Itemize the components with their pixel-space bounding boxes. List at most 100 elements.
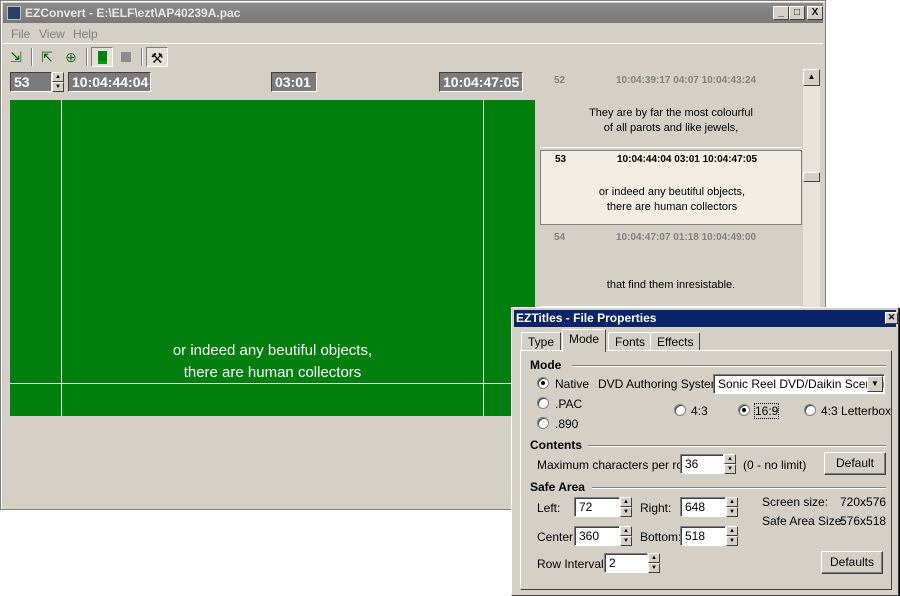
aspect-16-9-radio[interactable] <box>738 404 750 416</box>
close-button[interactable]: X <box>807 6 823 20</box>
max-chars-field[interactable]: 36 <box>680 454 724 474</box>
right-field[interactable]: 648 <box>680 497 726 517</box>
spinner-up-icon[interactable]: ▲ <box>726 497 738 507</box>
timecode-out: 10:04:47:05 <box>439 72 523 92</box>
entry-line-2: of all parots and like jewels, <box>603 122 739 134</box>
spinner-up-icon[interactable]: ▲ <box>620 497 632 507</box>
safe-area-size-value: 576x518 <box>840 514 887 528</box>
group-divider <box>572 365 886 367</box>
pac-radio[interactable] <box>537 397 549 409</box>
max-chars-label: Maximum characters per row: <box>537 458 696 472</box>
tab-effects[interactable]: Effects <box>650 332 701 351</box>
spinner-down-icon[interactable]: ▼ <box>52 82 64 92</box>
spinner-down-icon[interactable]: ▼ <box>726 507 738 517</box>
subtitle-number-field[interactable]: 53 <box>10 72 52 92</box>
convert-globe-icon[interactable]: ⊕ <box>60 47 82 67</box>
defaults-button[interactable]: Defaults <box>821 551 883 574</box>
tab-mode[interactable]: Mode <box>562 329 607 352</box>
spinner-down-icon[interactable]: ▼ <box>724 464 736 474</box>
entry-line-2: there are human collectors <box>606 201 738 213</box>
scroll-up-icon[interactable]: ▲ <box>803 69 820 86</box>
bottom-spinner[interactable]: ▲ ▼ <box>726 526 738 546</box>
spinner-up-icon[interactable]: ▲ <box>52 72 64 82</box>
dvd-authoring-select[interactable]: Sonic Reel DVD/Daikin Scenarist <box>713 374 885 394</box>
list-item[interactable]: 54 10:04:47:07 01:18 10:04:49:00 that fi… <box>540 227 802 307</box>
tab-fonts[interactable]: Fonts <box>608 332 653 351</box>
no-limit-hint: (0 - no limit) <box>743 458 807 472</box>
spinner-down-icon[interactable]: ▼ <box>620 536 632 546</box>
entry-number: 52 <box>554 75 566 86</box>
entry-number: 54 <box>554 232 566 243</box>
menu-file[interactable]: File <box>11 27 30 41</box>
video-preview[interactable]: or indeed any beutiful objects, there ar… <box>10 100 535 416</box>
spinner-up-icon[interactable]: ▲ <box>648 553 660 563</box>
subtitle-line-1: or indeed any beutiful objects, <box>172 342 373 359</box>
aspect-letterbox-label: 4:3 Letterbox <box>821 404 892 418</box>
pac-label: .PAC <box>555 397 583 411</box>
center-field[interactable]: 360 <box>574 526 620 546</box>
spinner-down-icon[interactable]: ▼ <box>726 536 738 546</box>
timecode-duration: 03:01 <box>271 72 317 92</box>
aspect-4-3-radio[interactable] <box>674 404 686 416</box>
spinner-up-icon[interactable]: ▲ <box>724 454 736 464</box>
center-spinner[interactable]: ▲ ▼ <box>620 526 632 546</box>
aspect-16-9-label: 16:9 <box>753 403 780 419</box>
entry-timecodes: 10:04:39:17 04:07 10:04:43:24 <box>616 75 757 86</box>
dropdown-arrow-icon[interactable]: ▼ <box>867 376 883 392</box>
list-item[interactable]: 52 10:04:39:17 04:07 10:04:43:24 They ar… <box>540 69 802 148</box>
scroll-thumb[interactable] <box>803 172 820 182</box>
stop-square-icon <box>121 52 131 62</box>
default-button[interactable]: Default <box>824 452 886 475</box>
play-icon[interactable] <box>91 47 113 67</box>
center-label: Center: <box>537 530 577 544</box>
export-icon[interactable]: ⇱ <box>36 47 58 67</box>
row-interval-field[interactable]: 2 <box>604 553 648 573</box>
entry-number: 53 <box>555 154 567 165</box>
group-divider <box>588 445 886 447</box>
890-radio[interactable] <box>537 417 549 429</box>
stop-icon[interactable] <box>115 47 137 67</box>
native-label: Native <box>555 377 590 391</box>
bottom-label: Bottom: <box>640 530 682 544</box>
native-radio[interactable] <box>537 377 549 389</box>
dialog-titlebar[interactable]: EZTitles - File Properties ✕ <box>514 310 898 327</box>
main-titlebar[interactable]: EZConvert - E:\ELF\ezt\AP40239A.pac _ □ … <box>3 3 823 23</box>
right-label: Right: <box>640 501 672 515</box>
toolbar-separator <box>141 48 143 66</box>
left-field[interactable]: 72 <box>574 497 620 517</box>
screen-size-value: 720x576 <box>840 495 887 509</box>
menu-help[interactable]: Help <box>73 27 98 41</box>
mode-heading: Mode <box>530 358 562 372</box>
right-spinner[interactable]: ▲ ▼ <box>726 497 738 517</box>
aspect-letterbox-radio[interactable] <box>804 404 816 416</box>
row-interval-spinner[interactable]: ▲ ▼ <box>648 553 660 573</box>
menu-view[interactable]: View <box>39 27 65 41</box>
open-file-icon[interactable]: ⇲ <box>5 47 27 67</box>
spinner-up-icon[interactable]: ▲ <box>726 526 738 536</box>
max-chars-spinner[interactable]: ▲ ▼ <box>724 454 736 474</box>
spinner-up-icon[interactable]: ▲ <box>620 526 632 536</box>
window-title: EZConvert - E:\ELF\ezt\AP40239A.pac <box>25 6 241 20</box>
list-item-current[interactable]: 53 10:04:44:04 03:01 10:04:47:05 or inde… <box>540 150 802 225</box>
spinner-down-icon[interactable]: ▼ <box>648 563 660 573</box>
minimize-button[interactable]: _ <box>773 6 789 20</box>
toolbar: ⇲ ⇱ ⊕ ⚒ <box>3 43 823 69</box>
toolbar-separator <box>31 48 33 66</box>
app-icon <box>7 6 21 20</box>
maximize-button[interactable]: □ <box>789 6 805 20</box>
tools-icon[interactable]: ⚒ <box>146 47 168 67</box>
dialog-close-icon[interactable]: ✕ <box>885 312 898 324</box>
spinner-down-icon[interactable]: ▼ <box>620 507 632 517</box>
contents-heading: Contents <box>530 438 582 452</box>
group-divider <box>592 487 886 489</box>
row-interval-label: Row Interval: <box>537 557 608 571</box>
bottom-field[interactable]: 518 <box>680 526 726 546</box>
entry-line-1: or indeed any beutiful objects, <box>598 186 746 198</box>
safe-area-heading: Safe Area <box>530 480 585 494</box>
menubar: File View Help <box>3 24 823 42</box>
entry-line-1: They are by far the most colourful <box>589 107 753 119</box>
toolbar-separator <box>86 48 88 66</box>
tab-type[interactable]: Type <box>521 332 562 351</box>
left-spinner[interactable]: ▲ ▼ <box>620 497 632 517</box>
subtitle-number-spinner[interactable]: ▲ ▼ <box>52 72 64 92</box>
